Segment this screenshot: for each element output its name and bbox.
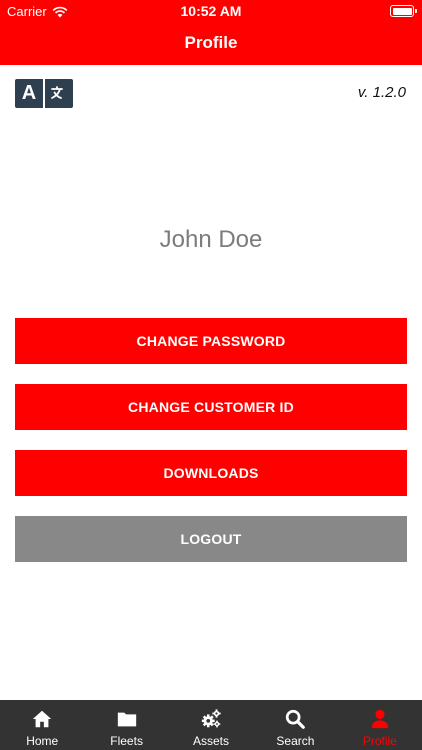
user-name: John Doe	[159, 226, 263, 253]
change-customer-id-button[interactable]: CHANGE CUSTOMER ID	[15, 384, 407, 430]
tab-assets[interactable]: Assets	[169, 700, 253, 750]
tab-search-label: Search	[276, 734, 315, 748]
tab-fleets-label: Fleets	[110, 734, 143, 748]
page-title: Profile	[184, 33, 238, 52]
folder-icon	[117, 712, 136, 727]
app-version: v. 1.2.0	[357, 84, 406, 101]
battery-icon	[390, 5, 417, 17]
status-bar: Carrier 10:52 AM	[0, 0, 422, 22]
change-password-button[interactable]: CHANGE PASSWORD	[15, 318, 407, 364]
language-a-glyph: A	[15, 79, 43, 108]
home-icon	[33, 710, 52, 728]
gears-icon	[201, 709, 221, 728]
tab-home-label: Home	[26, 734, 59, 748]
tab-fleets[interactable]: Fleets	[84, 700, 168, 750]
language-button[interactable]: A	[15, 79, 73, 108]
tab-bar: Home Fleets Assets Search Profile	[0, 700, 422, 750]
tab-profile-label: Profile	[362, 734, 397, 748]
header-bar: Carrier 10:52 AM Profile	[0, 0, 422, 65]
tab-search[interactable]: Search	[253, 700, 337, 750]
search-icon	[286, 709, 306, 729]
downloads-button[interactable]: DOWNLOADS	[15, 450, 407, 496]
translate-icon	[45, 79, 73, 108]
tab-profile[interactable]: Profile	[338, 700, 422, 750]
logout-button[interactable]: LOGOUT	[15, 516, 407, 562]
tab-assets-label: Assets	[193, 734, 230, 748]
user-icon	[371, 709, 389, 729]
tab-home[interactable]: Home	[0, 700, 84, 750]
status-time: 10:52 AM	[180, 3, 242, 19]
